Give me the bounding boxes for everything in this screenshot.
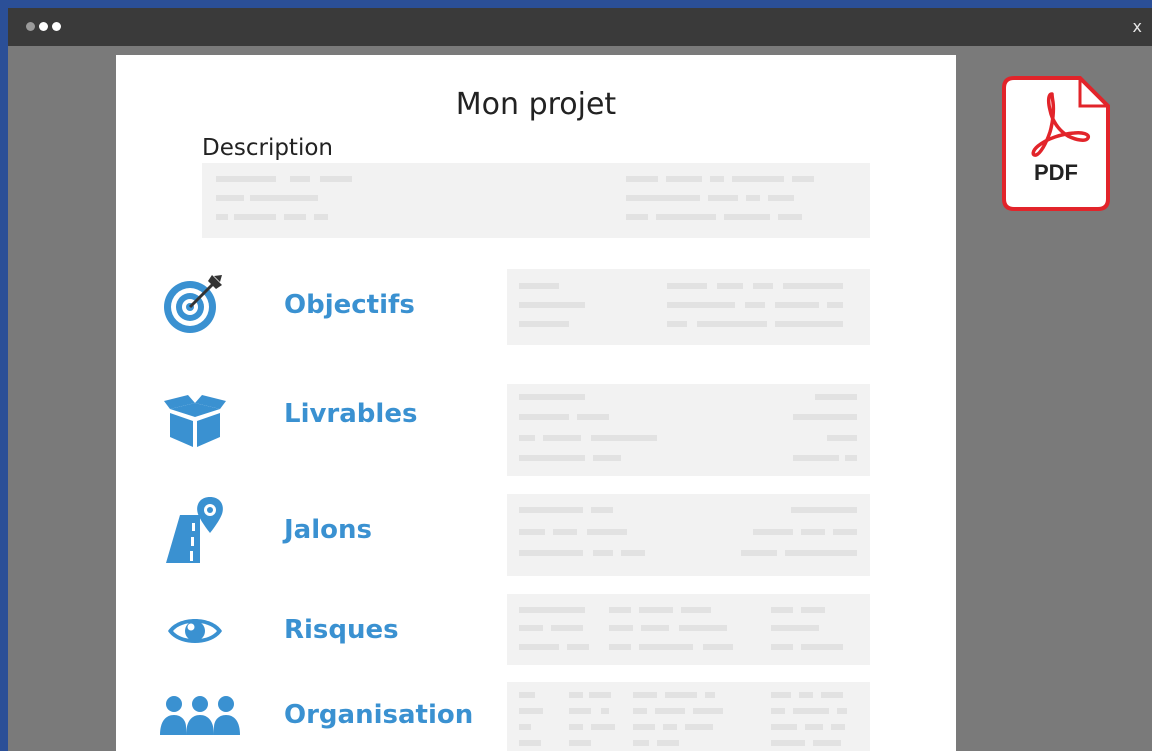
eye-icon bbox=[168, 619, 222, 643]
document-page: Mon projet Description Objectifs Livrabl… bbox=[116, 55, 956, 751]
window-dot-icon[interactable] bbox=[39, 22, 48, 31]
window-dot-icon[interactable] bbox=[52, 22, 61, 31]
window-controls bbox=[26, 22, 61, 31]
organisation-placeholder bbox=[507, 682, 870, 751]
pdf-file-icon bbox=[1002, 76, 1110, 211]
page-title: Mon projet bbox=[455, 87, 617, 122]
close-button[interactable]: x bbox=[1133, 17, 1142, 36]
jalons-placeholder bbox=[507, 494, 870, 576]
description-placeholder bbox=[202, 163, 870, 238]
section-risques[interactable]: Risques bbox=[284, 615, 399, 645]
window-titlebar: x bbox=[8, 8, 1152, 46]
target-icon bbox=[164, 275, 222, 333]
section-organisation[interactable]: Organisation bbox=[284, 700, 473, 730]
people-icon bbox=[160, 696, 240, 735]
road-map-pin-icon bbox=[166, 497, 223, 563]
livrables-placeholder bbox=[507, 384, 870, 476]
pdf-label: PDF bbox=[1034, 160, 1078, 185]
pdf-export-button[interactable]: PDF bbox=[1002, 76, 1110, 211]
browser-window: x Mon projet Description Objectifs Livra… bbox=[8, 8, 1152, 751]
section-jalons[interactable]: Jalons bbox=[284, 515, 372, 545]
risques-placeholder bbox=[507, 594, 870, 665]
box-icon bbox=[164, 395, 226, 447]
section-livrables[interactable]: Livrables bbox=[284, 399, 417, 429]
objectifs-placeholder bbox=[507, 269, 870, 345]
description-label: Description bbox=[202, 135, 333, 161]
section-objectifs[interactable]: Objectifs bbox=[284, 290, 415, 320]
window-dot-icon[interactable] bbox=[26, 22, 35, 31]
